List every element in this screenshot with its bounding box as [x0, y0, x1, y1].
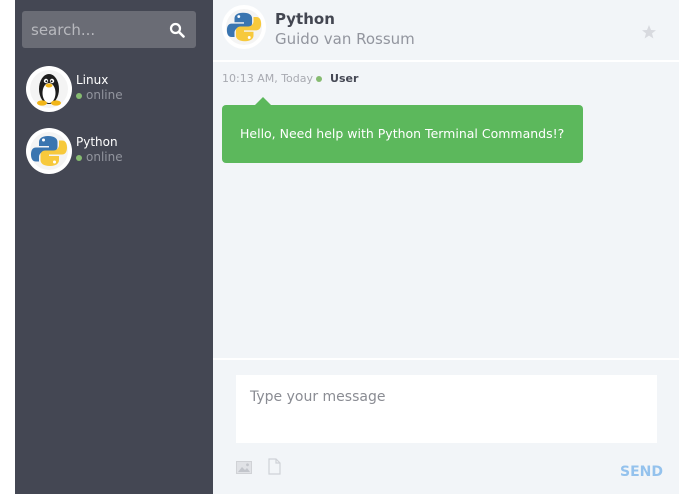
contact-item-python[interactable]: Python online — [26, 128, 206, 176]
file-icon[interactable] — [268, 458, 281, 475]
message-meta: 10:13 AM, Today User — [222, 72, 358, 85]
chat-subtitle: Guido van Rossum — [275, 30, 415, 48]
chat-header: Python Guido van Rossum — [213, 0, 679, 62]
contact-name: Python — [76, 135, 118, 149]
send-button[interactable]: SEND — [613, 462, 663, 482]
message-author: User — [330, 72, 359, 85]
contact-name: Linux — [76, 73, 109, 87]
online-indicator — [316, 76, 323, 82]
status-text: online — [86, 150, 123, 164]
linux-tux-icon — [30, 70, 68, 108]
chat-title: Python — [275, 10, 335, 28]
message-time: 10:13 AM, Today — [222, 72, 314, 85]
composer-divider — [213, 358, 679, 360]
contact-status: online — [76, 150, 123, 164]
contact-status: online — [76, 88, 123, 102]
python-logo-icon — [30, 132, 68, 170]
search-icon[interactable] — [169, 22, 185, 38]
search-box — [22, 11, 196, 48]
search-input[interactable] — [22, 11, 162, 48]
online-indicator — [76, 92, 82, 99]
status-text: online — [86, 88, 123, 102]
chat-panel: Python Guido van Rossum 10:13 AM, Today U… — [213, 0, 679, 494]
image-icon[interactable] — [236, 461, 252, 474]
contact-item-linux[interactable]: Linux online — [26, 66, 206, 114]
avatar — [222, 5, 266, 49]
window-edge — [679, 0, 695, 494]
python-logo-icon — [225, 8, 263, 46]
online-indicator — [76, 154, 82, 161]
message-input[interactable] — [236, 375, 657, 443]
message-bubble: Hello, Need help with Python Terminal Co… — [222, 97, 583, 163]
sidebar: Linux online Python online — [15, 0, 213, 494]
star-icon[interactable] — [641, 24, 657, 40]
avatar — [26, 66, 72, 112]
avatar — [26, 128, 72, 174]
